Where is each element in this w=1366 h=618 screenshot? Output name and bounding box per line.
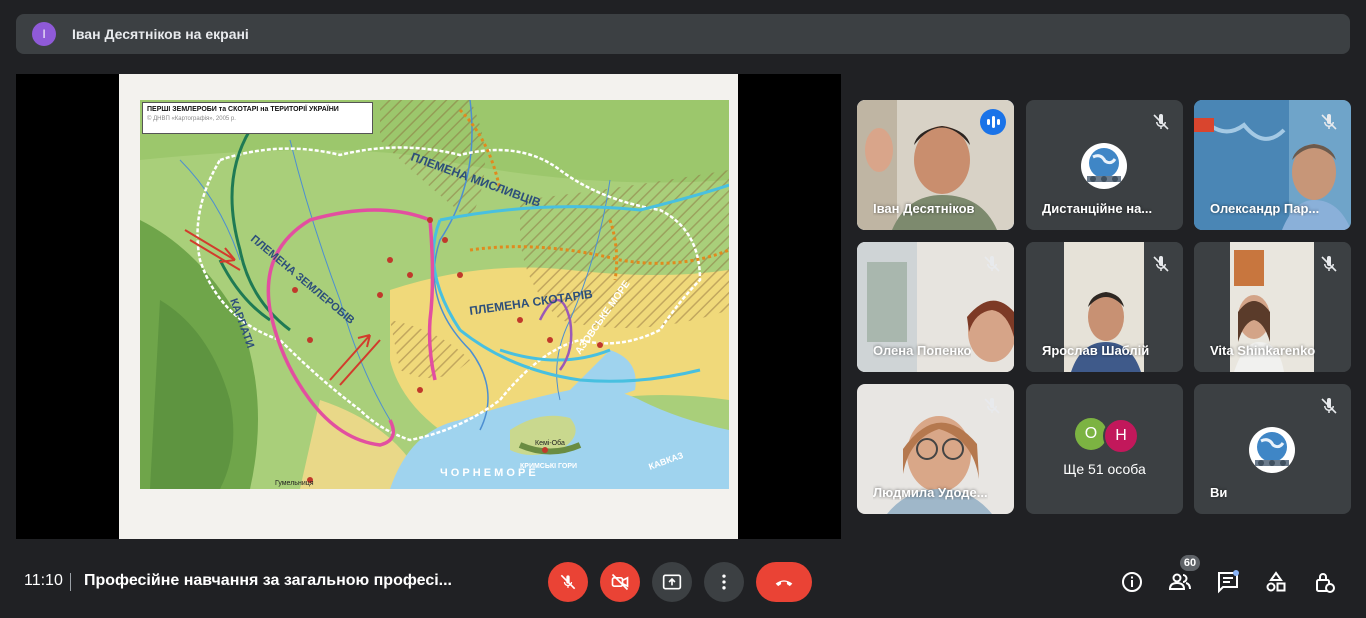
people-icon[interactable] [1168,570,1192,594]
mic-off-icon [1321,114,1337,130]
presenting-text: Іван Десятніков на екрані [72,26,249,42]
label-kemi-oba: Кемі-Оба [535,439,565,447]
map-subtitle: © ДНВП «Картографія», 2005 р. [147,116,236,122]
speaking-indicator [980,109,1006,135]
participant-name: Ви [1210,485,1228,500]
presenting-banner: І Іван Десятніков на екрані [16,14,1350,54]
mic-off-icon [1321,398,1337,414]
participant-tile[interactable]: Ярослав Шаблій [1026,242,1183,372]
globe-avatar-icon [1249,427,1295,473]
divider [70,573,71,591]
present-button[interactable] [652,562,692,602]
participant-name: Людмила Удоде... [873,485,988,500]
participant-tile[interactable]: Олена Попенко [857,242,1014,372]
present-to-all-icon [662,574,682,590]
mic-off-icon [1321,256,1337,272]
mic-toggle-button[interactable] [548,562,588,602]
mic-off-icon [984,398,1000,414]
historical-map: ПЛЕМЕНА МИСЛИВЦІВ ПЛЕМЕНА ЗЕМЛЕРОБІВ ПЛЕ… [140,100,729,489]
participant-tile[interactable]: Vita Shinkarenko [1194,242,1351,372]
mic-off-icon [1153,114,1169,130]
videocam-off-icon [611,573,629,591]
info-icon[interactable] [1120,570,1144,594]
call-end-icon [775,580,793,587]
globe-avatar-icon [1081,143,1127,189]
mic-off-icon [560,574,576,590]
presenter-avatar: І [32,22,56,46]
host-controls-icon[interactable] [1312,570,1336,594]
map-image: ПЛЕМЕНА МИСЛИВЦІВ ПЛЕМЕНА ЗЕМЛЕРОБІВ ПЛЕ… [140,100,729,489]
more-avatars: О Н [1075,418,1139,454]
more-participants-tile[interactable]: О Н Ще 51 особа [1026,384,1183,514]
meeting-time: 11:10 [24,572,63,589]
participant-tile[interactable]: Іван Десятніков [857,100,1014,230]
map-title: ПЕРШІ ЗЕМЛЕРОБИ та СКОТАРІ на ТЕРИТОРІЇ … [147,106,339,113]
mic-off-icon [984,256,1000,272]
more-participants-label: Ще 51 особа [1063,461,1146,477]
chat-icon[interactable] [1216,570,1240,594]
participant-name: Vita Shinkarenko [1210,343,1316,358]
label-gumelnitsa: Гумельниця [275,480,314,487]
more-vert-icon [722,574,726,590]
participant-tile[interactable]: Дистанційне на... [1026,100,1183,230]
participant-tile[interactable]: Олександр Пар... [1194,100,1351,230]
participant-name: Олександр Пар... [1210,201,1320,216]
participant-name: Дистанційне на... [1042,201,1153,216]
activities-icon[interactable] [1264,570,1288,594]
meeting-title: Професійне навчання за загальною професі… [84,572,452,589]
leave-call-button[interactable] [756,562,812,602]
avatar: Н [1103,418,1139,454]
presentation-slide: ПЛЕМЕНА МИСЛИВЦІВ ПЛЕМЕНА ЗЕМЛЕРОБІВ ПЛЕ… [119,74,738,539]
screen-share[interactable]: ПЛЕМЕНА МИСЛИВЦІВ ПЛЕМЕНА ЗЕМЛЕРОБІВ ПЛЕ… [16,74,841,539]
participant-tile[interactable]: Людмила Удоде... [857,384,1014,514]
label-crimea-mts: КРИМСЬКІ ГОРИ [520,463,577,470]
participant-name: Олена Попенко [873,343,972,358]
participant-name: Іван Десятніков [873,201,975,216]
participants-count-badge: 60 [1180,555,1200,571]
participant-name: Ярослав Шаблій [1042,343,1150,358]
more-options-button[interactable] [704,562,744,602]
camera-toggle-button[interactable] [600,562,640,602]
mic-off-icon [1153,256,1169,272]
map-title-box: ПЕРШІ ЗЕМЛЕРОБИ та СКОТАРІ на ТЕРИТОРІЇ … [142,102,373,134]
self-tile[interactable]: Ви [1194,384,1351,514]
